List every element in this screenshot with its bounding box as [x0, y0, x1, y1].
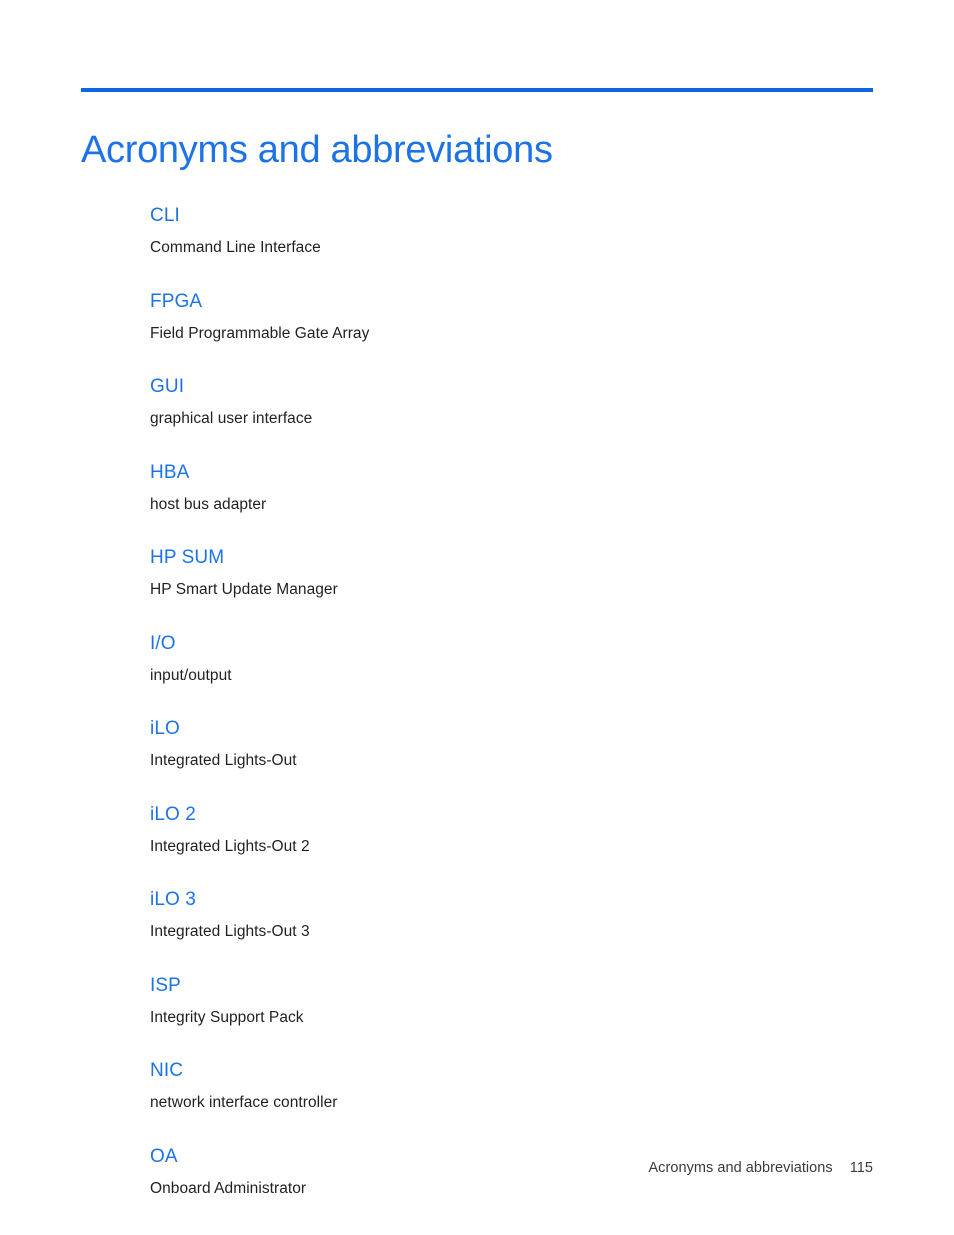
glossary-entry: iLO 3 Integrated Lights-Out 3 [150, 888, 873, 942]
glossary-term: iLO 2 [150, 803, 196, 825]
glossary-entry: CLI Command Line Interface [150, 204, 873, 258]
page-title: Acronyms and abbreviations [81, 129, 553, 172]
glossary-term: I/O [150, 632, 176, 654]
glossary-entry: NIC network interface controller [150, 1059, 873, 1113]
glossary-entry: iLO 2 Integrated Lights-Out 2 [150, 803, 873, 857]
glossary-definition: Integrated Lights-Out 3 [150, 923, 310, 940]
glossary-definition: HP Smart Update Manager [150, 581, 338, 598]
document-page: Acronyms and abbreviations CLI Command Li… [0, 0, 954, 1235]
glossary-definition: Integrated Lights-Out 2 [150, 837, 310, 855]
page-footer: Acronyms and abbreviations 115 [81, 1158, 873, 1178]
glossary-definition: input/output [150, 666, 232, 684]
glossary-term: FPGA [150, 290, 203, 312]
glossary-definition: Command Line Interface [150, 239, 321, 256]
glossary-term: HP SUM [150, 547, 225, 568]
glossary-definition: Onboard Administrator [150, 1179, 307, 1197]
glossary-entry: ISP Integrity Support Pack [150, 974, 873, 1028]
glossary-term: GUI [150, 376, 185, 397]
glossary-entry: FPGA Field Programmable Gate Array [150, 290, 873, 344]
glossary-entry: HBA host bus adapter [150, 461, 873, 515]
glossary-entry: iLO Integrated Lights-Out [150, 717, 873, 771]
glossary-definition: Field Programmable Gate Array [150, 324, 370, 342]
glossary-definition: graphical user interface [150, 410, 313, 427]
glossary-term: iLO [150, 718, 180, 739]
glossary-term: NIC [150, 1060, 184, 1081]
glossary-entry: GUI graphical user interface [150, 375, 873, 429]
glossary-definition: host bus adapter [150, 495, 267, 513]
glossary-definition: Integrity Support Pack [150, 1008, 304, 1026]
footer-section-label: Acronyms and abbreviations [648, 1160, 833, 1176]
footer-page-number: 115 [849, 1160, 873, 1176]
glossary-definition: network interface controller [150, 1094, 338, 1111]
header-accent-rule [81, 88, 873, 92]
glossary-list: CLI Command Line Interface FPGA Field Progr… [150, 204, 873, 1199]
glossary-term: CLI [150, 205, 180, 226]
glossary-term: ISP [150, 974, 181, 996]
glossary-entry: I/O input/output [150, 632, 873, 686]
glossary-term: HBA [150, 461, 190, 483]
glossary-entry: HP SUM HP Smart Update Manager [150, 546, 873, 600]
glossary-definition: Integrated Lights-Out [150, 752, 297, 769]
glossary-term: iLO 3 [150, 889, 196, 910]
